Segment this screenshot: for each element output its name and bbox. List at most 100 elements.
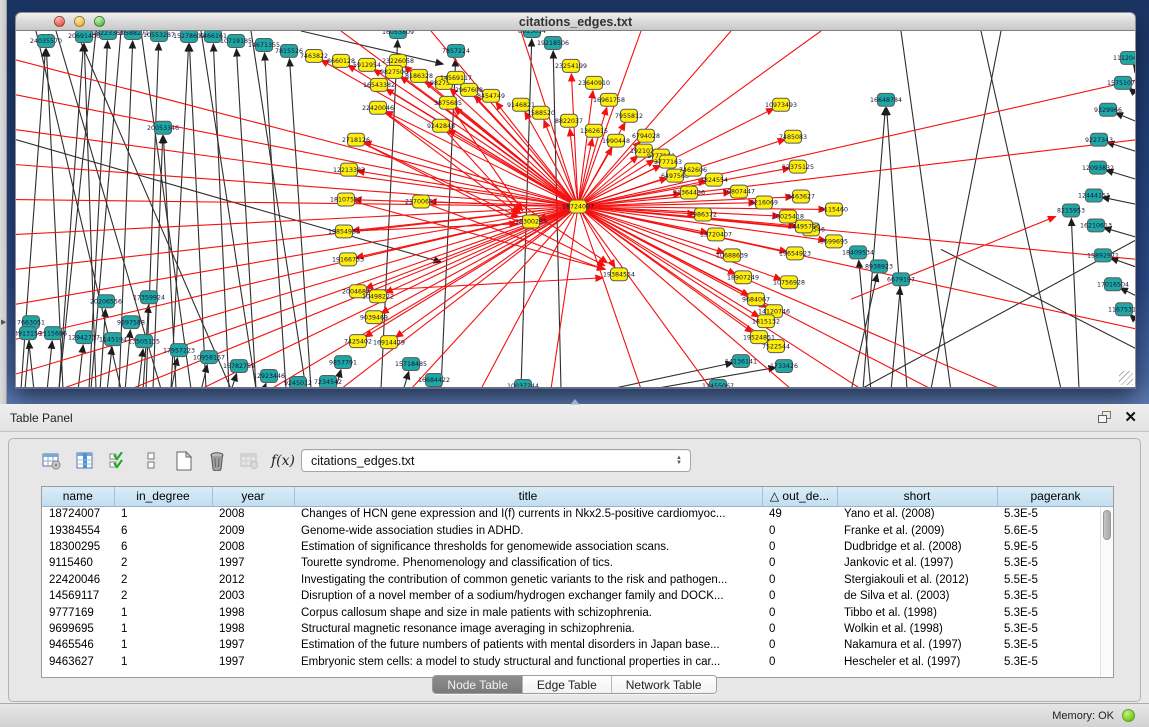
table-cell[interactable]: 14569117 (42, 588, 114, 604)
close-panel-icon[interactable]: ✕ (1124, 410, 1137, 425)
table-cell[interactable]: 1 (114, 654, 212, 670)
citation-edge-black[interactable] (887, 108, 907, 387)
table-cell[interactable]: 1 (114, 604, 212, 620)
graph-node[interactable]: 7463822 (300, 49, 328, 62)
graph-node[interactable]: 16210613 (1080, 219, 1112, 232)
citation-edge-black[interactable] (189, 44, 206, 387)
citation-edge-black[interactable] (231, 374, 237, 387)
table-row[interactable]: 1830029562008Estimation of significance … (42, 539, 1114, 555)
column-header[interactable]: title (294, 487, 762, 506)
table-cell[interactable]: 0 (762, 604, 837, 620)
table-cell[interactable]: Tourette syndrome. Phenomenology and cla… (294, 555, 762, 571)
graph-node[interactable]: 23254199 (555, 59, 587, 72)
table-cell[interactable]: 9465546 (42, 637, 114, 653)
function-builder-icon[interactable]: f(x) (270, 449, 296, 473)
show-columns-icon[interactable] (72, 449, 98, 473)
table-cell[interactable]: 2008 (212, 506, 294, 522)
table-cell[interactable]: Changes of HCN gene expression and I(f) … (294, 506, 762, 522)
table-cell[interactable]: 1997 (212, 555, 294, 571)
citation-edge-black[interactable] (1115, 113, 1135, 122)
table-cell[interactable]: Estimation of significance thresholds fo… (294, 539, 762, 555)
table-cell[interactable]: de Silva et al. (2003) (837, 588, 997, 604)
table-cell[interactable]: Estimation of the future numbers of pati… (294, 637, 762, 653)
table-cell[interactable]: 5.6E-5 (997, 522, 1114, 538)
graph-node[interactable]: 8215953 (1057, 204, 1085, 217)
graph-node[interactable]: 8813054 (518, 31, 546, 37)
citation-edge[interactable] (385, 111, 578, 206)
table-header-row[interactable]: namein_degreeyeartitle△ out_de...shortpa… (42, 487, 1114, 506)
network-window-titlebar[interactable]: citations_edges.txt (15, 12, 1136, 31)
table-cell[interactable]: 0 (762, 539, 837, 555)
table-scrollbar[interactable] (1100, 507, 1113, 678)
citation-edge-black[interactable] (107, 347, 112, 387)
graph-node[interactable]: 10688639 (716, 249, 748, 262)
column-header[interactable]: △ out_de... (762, 487, 837, 506)
citation-edge[interactable] (364, 142, 578, 207)
table-cell[interactable]: 18300295 (42, 539, 114, 555)
graph-node[interactable]: 1990448 (602, 134, 630, 147)
tab-network-table[interactable]: Network Table (611, 676, 716, 693)
graph-node[interactable]: 10037244 (507, 380, 539, 387)
table-cell[interactable]: Wolkin et al. (1998) (837, 621, 997, 637)
graph-node[interactable]: 12093832 (1082, 161, 1114, 174)
graph-node[interactable]: 1733426 (770, 360, 798, 373)
create-table-icon[interactable] (171, 449, 197, 473)
table-select-dropdown[interactable]: citations_edges.txt ▲▼ (301, 449, 691, 472)
graph-node[interactable]: 7955812 (615, 109, 643, 122)
citation-edge[interactable] (411, 207, 578, 387)
graph-node[interactable]: 5912954 (353, 58, 381, 71)
table-cell[interactable]: 9115460 (42, 555, 114, 571)
table-cell[interactable]: 5.5E-5 (997, 572, 1114, 588)
table-cell[interactable]: 2003 (212, 588, 294, 604)
citation-edge-black[interactable] (901, 31, 951, 387)
citation-edge-black[interactable] (981, 31, 1061, 387)
graph-node[interactable]: 9463627 (787, 190, 815, 203)
table-cell[interactable]: 2009 (212, 522, 294, 538)
citation-edge-black[interactable] (213, 44, 229, 387)
column-header[interactable]: short (837, 487, 997, 506)
table-cell[interactable]: Jankovic et al. (1997) (837, 555, 997, 571)
table-cell[interactable]: 0 (762, 572, 837, 588)
table-row[interactable]: 1456911722003Disruption of a novel membe… (42, 588, 1114, 604)
panel-collapse-arrow-icon[interactable]: ▶ (1, 318, 6, 326)
citation-edge-black[interactable] (1071, 218, 1079, 387)
row-height-icon[interactable] (138, 449, 164, 473)
table-cell[interactable]: 0 (762, 555, 837, 571)
graph-node[interactable]: 12455067 (702, 380, 734, 387)
split-pane-handle[interactable] (570, 398, 580, 405)
table-cell[interactable]: 1998 (212, 621, 294, 637)
left-panel-divider[interactable]: ▶ (0, 0, 7, 404)
graph-node[interactable]: 14136141 (725, 355, 757, 368)
table-cell[interactable]: 9699695 (42, 621, 114, 637)
window-resize-grip[interactable] (1119, 371, 1133, 385)
graph-node[interactable]: 19854935 (328, 225, 360, 238)
graph-node[interactable]: 20206556 (90, 295, 122, 308)
table-cell[interactable]: Genome-wide association studies in ADHD. (294, 522, 762, 538)
table-cell[interactable]: 1 (114, 506, 212, 522)
graph-node[interactable]: 20053346 (147, 121, 179, 134)
column-header[interactable]: year (212, 487, 294, 506)
table-row[interactable]: 946362711997Embryonic stem cells: a mode… (42, 654, 1114, 670)
table-cell[interactable]: 0 (762, 588, 837, 604)
table-row[interactable]: 2242004622012Investigating the contribut… (42, 572, 1114, 588)
graph-node[interactable]: 12444151 (1078, 189, 1110, 202)
table-cell[interactable]: 0 (762, 654, 837, 670)
graph-node[interactable]: 15751074 (1107, 76, 1135, 89)
table-cell[interactable]: 0 (762, 522, 837, 538)
citation-edge[interactable] (571, 74, 578, 207)
memory-ok-indicator-icon[interactable] (1122, 709, 1135, 722)
table-cell[interactable]: Structural magnetic resonance image aver… (294, 621, 762, 637)
citation-edge-black[interactable] (1120, 288, 1135, 296)
citation-edge[interactable] (578, 80, 1135, 207)
graph-node[interactable]: 12923446 (253, 370, 285, 383)
table-cell[interactable]: 5.3E-5 (997, 506, 1114, 522)
citation-edge-black[interactable] (138, 349, 143, 387)
table-row[interactable]: 911546021997Tourette syndrome. Phenomeno… (42, 555, 1114, 571)
graph-node[interactable]: 9699695 (820, 235, 848, 248)
citation-edge[interactable] (356, 140, 519, 217)
table-cell[interactable]: Investigating the contribution of common… (294, 572, 762, 588)
table-row[interactable]: 1872400712008Changes of HCN gene express… (42, 506, 1114, 522)
table-cell[interactable]: 2 (114, 572, 212, 588)
citation-edge-black[interactable] (931, 31, 1001, 387)
table-row[interactable]: 946554611997Estimation of the future num… (42, 637, 1114, 653)
